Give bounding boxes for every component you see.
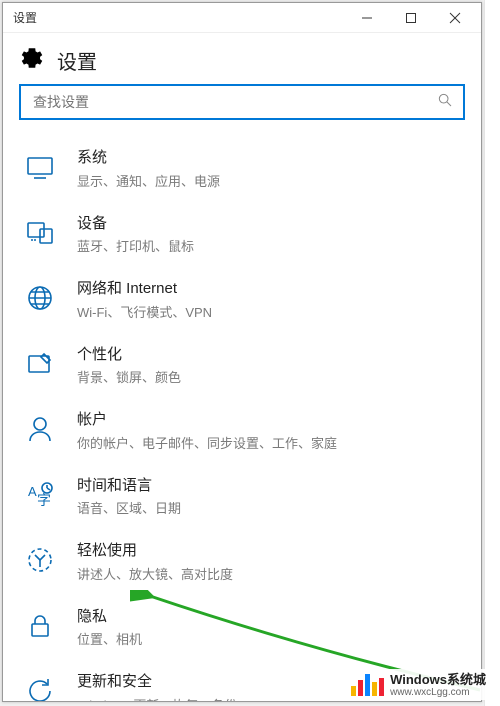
display-icon: [23, 150, 57, 184]
right-background-strip: [484, 0, 500, 706]
minimize-icon: [361, 12, 373, 24]
person-icon: [23, 412, 57, 446]
page-header: 设置: [3, 33, 481, 84]
item-title: 时间和语言: [77, 476, 181, 496]
settings-item-ease-of-access[interactable]: 轻松使用 讲述人、放大镜、高对比度: [3, 529, 481, 595]
settings-item-system[interactable]: 系统 显示、通知、应用、电源: [3, 136, 481, 202]
item-desc: Wi-Fi、飞行模式、VPN: [77, 302, 212, 321]
window-title: 设置: [7, 9, 37, 26]
svg-text:字: 字: [37, 492, 51, 508]
watermark: Windows系统城 www.wxcLgg.com: [345, 669, 494, 700]
maximize-button[interactable]: [389, 3, 433, 33]
page-title: 设置: [57, 46, 97, 75]
svg-text:A: A: [28, 484, 37, 499]
watermark-logo-icon: [351, 674, 384, 696]
item-title: 帐户: [77, 410, 337, 430]
settings-item-accounts[interactable]: 帐户 你的帐户、电子邮件、同步设置、工作、家庭: [3, 398, 481, 464]
item-title: 设备: [77, 214, 194, 234]
minimize-button[interactable]: [345, 3, 389, 33]
settings-item-network[interactable]: 网络和 Internet Wi-Fi、飞行模式、VPN: [3, 267, 481, 333]
item-desc: 讲述人、放大镜、高对比度: [77, 564, 233, 583]
item-desc: 你的帐户、电子邮件、同步设置、工作、家庭: [77, 433, 337, 452]
item-desc: 位置、相机: [77, 629, 142, 648]
ease-of-access-icon: [23, 543, 57, 577]
item-title: 轻松使用: [77, 541, 233, 561]
watermark-title: Windows系统城: [390, 673, 486, 687]
settings-window: 设置 设置 系统 显: [2, 2, 482, 702]
settings-item-personalization[interactable]: 个性化 背景、锁屏、颜色: [3, 333, 481, 399]
search-box[interactable]: [19, 84, 465, 120]
settings-list: 系统 显示、通知、应用、电源 设备 蓝牙、打印机、鼠标 网络和 Internet…: [3, 130, 481, 701]
search-icon: [437, 92, 453, 113]
globe-icon: [23, 281, 57, 315]
item-title: 个性化: [77, 345, 181, 365]
item-desc: 语音、区域、日期: [77, 498, 181, 517]
item-title: 网络和 Internet: [77, 279, 212, 299]
watermark-url: www.wxcLgg.com: [390, 687, 486, 698]
item-desc: 背景、锁屏、颜色: [77, 367, 181, 386]
time-language-icon: A字: [23, 478, 57, 512]
titlebar: 设置: [3, 3, 481, 33]
settings-item-privacy[interactable]: 隐私 位置、相机: [3, 595, 481, 661]
personalization-icon: [23, 347, 57, 381]
close-button[interactable]: [433, 3, 477, 33]
item-title: 更新和安全: [77, 672, 237, 692]
item-desc: 显示、通知、应用、电源: [77, 171, 220, 190]
item-desc: 蓝牙、打印机、鼠标: [77, 236, 194, 255]
item-title: 隐私: [77, 607, 142, 627]
search-container: [3, 84, 481, 130]
settings-item-time-language[interactable]: A字 时间和语言 语音、区域、日期: [3, 464, 481, 530]
maximize-icon: [405, 12, 417, 24]
search-input[interactable]: [31, 93, 437, 111]
close-icon: [449, 12, 461, 24]
item-title: 系统: [77, 148, 220, 168]
lock-icon: [23, 609, 57, 643]
item-desc: Windows 更新、恢复、备份: [77, 695, 237, 702]
gear-icon: [19, 45, 45, 76]
settings-item-devices[interactable]: 设备 蓝牙、打印机、鼠标: [3, 202, 481, 268]
devices-icon: [23, 216, 57, 250]
update-icon: [23, 674, 57, 701]
